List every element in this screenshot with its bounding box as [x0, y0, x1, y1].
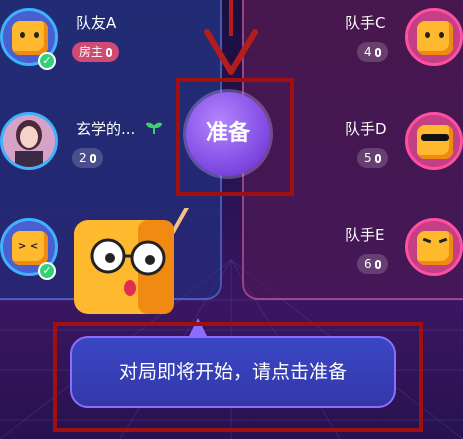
ready-check-icon: ✓ — [38, 262, 56, 280]
opponent-d-name: 队手D — [345, 120, 387, 138]
opponent-d-avatar[interactable] — [405, 112, 463, 170]
opponent-d-badge: 5 — [357, 148, 388, 168]
mic-icon — [374, 260, 381, 269]
player-2-avatar[interactable] — [0, 112, 58, 170]
opponent-e-badge: 6 — [357, 254, 388, 274]
mic-icon — [89, 154, 96, 163]
ready-button[interactable]: 准备 — [186, 92, 270, 176]
sprout-icon — [146, 122, 162, 134]
yellow-cube-icon — [12, 21, 48, 55]
mic-icon — [374, 154, 381, 163]
mic-icon — [374, 48, 381, 57]
yellow-cube-icon: > < — [12, 231, 48, 265]
sunglasses-cube-icon — [417, 125, 453, 159]
photo-avatar-icon — [3, 115, 55, 167]
player-2-name: 玄学的... — [76, 120, 136, 138]
mic-icon — [106, 48, 113, 57]
opponent-c-avatar[interactable] — [405, 8, 463, 66]
opponent-e-avatar[interactable] — [405, 218, 463, 276]
yellow-cube-icon — [417, 21, 453, 55]
opponent-c-name: 队手C — [345, 14, 386, 32]
ready-check-icon: ✓ — [38, 52, 56, 70]
angry-cube-icon — [417, 231, 453, 265]
guide-mascot-icon — [74, 208, 189, 314]
player-2-badge: 2 — [72, 148, 103, 168]
player-a-name: 队友A — [76, 14, 117, 32]
opponent-e-name: 队手E — [345, 226, 385, 244]
opponent-c-badge: 4 — [357, 42, 388, 62]
host-badge: 房主 — [72, 42, 120, 62]
tooltip-highlight-box — [53, 322, 423, 432]
down-arrow-icon — [204, 29, 258, 75]
